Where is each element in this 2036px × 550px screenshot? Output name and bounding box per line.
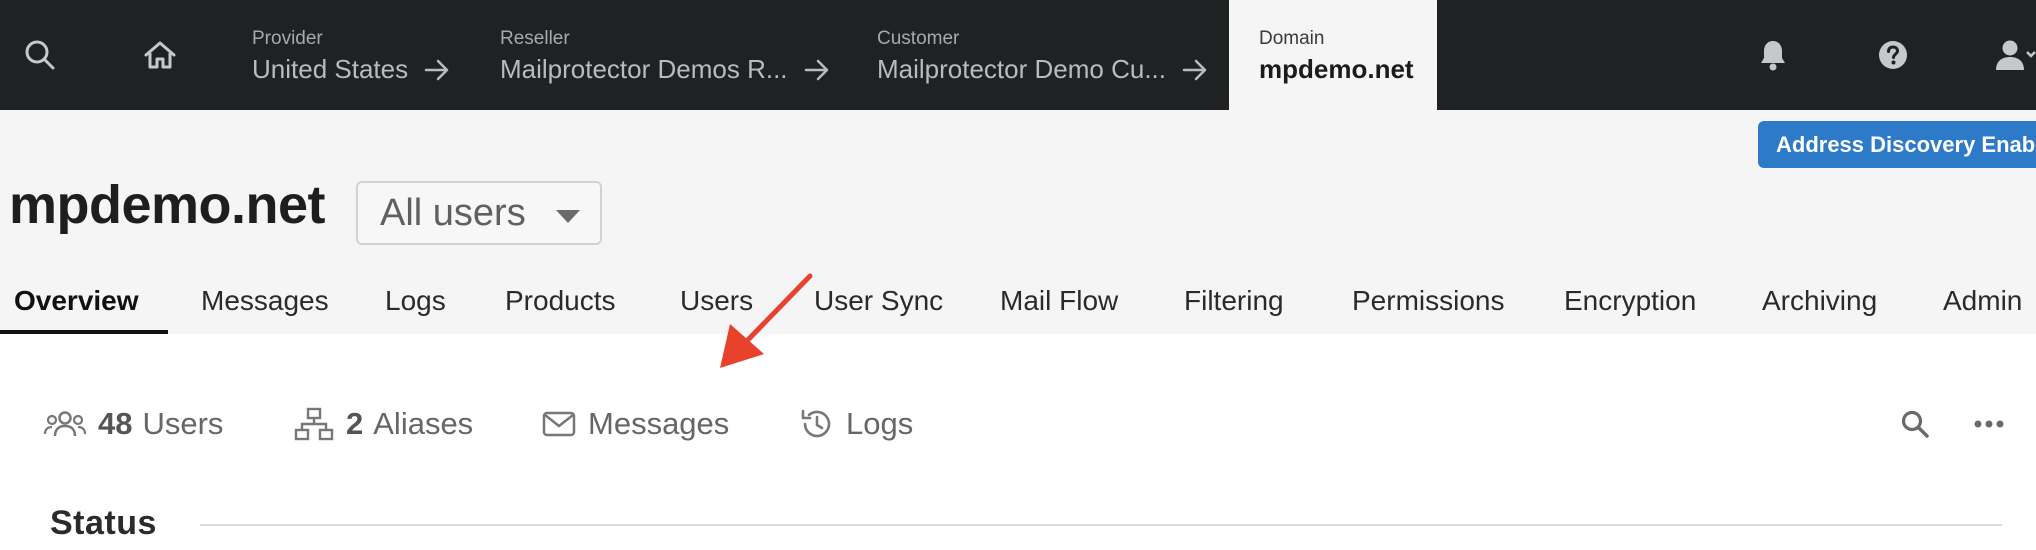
aliases-count: 2 [346, 406, 364, 441]
users-count: 48 [98, 406, 133, 441]
tab-overview[interactable]: Overview [14, 270, 139, 334]
tab-encryption[interactable]: Encryption [1564, 270, 1696, 334]
users-icon [44, 409, 86, 439]
tab-logs[interactable]: Logs [385, 270, 446, 334]
top-navigation-bar: Provider United States Reseller Mailprot… [0, 0, 2036, 110]
tab-messages[interactable]: Messages [201, 270, 329, 334]
users-label: Users [142, 406, 224, 441]
users-stat[interactable]: 48 Users [44, 404, 223, 444]
status-heading: Status [50, 504, 157, 542]
arrow-right-icon [804, 59, 830, 81]
bell-icon[interactable] [1756, 0, 1790, 110]
aliases-stat[interactable]: 2 Aliases [294, 404, 473, 444]
tab-products[interactable]: Products [505, 270, 616, 334]
logs-label: Logs [846, 406, 914, 441]
tab-permissions[interactable]: Permissions [1352, 270, 1504, 334]
tab-archiving[interactable]: Archiving [1762, 270, 1877, 334]
search-icon[interactable] [18, 0, 62, 110]
select-value: All users [380, 191, 526, 234]
home-icon[interactable] [140, 0, 180, 110]
breadcrumb-label: Customer [877, 28, 960, 49]
page-title: mpdemo.net [9, 175, 326, 235]
section-divider [200, 524, 2002, 526]
aliases-label: Aliases [373, 406, 474, 441]
active-tab-indicator [0, 330, 168, 334]
help-icon[interactable] [1876, 0, 1910, 110]
arrow-right-icon [424, 59, 450, 81]
more-options-icon[interactable] [1974, 404, 2004, 444]
breadcrumb-reseller[interactable]: Reseller Mailprotector Demos R... [500, 0, 830, 110]
domain-header: Address Discovery Enabled mpdemo.net All… [0, 110, 2036, 368]
annotation-arrow-icon [720, 273, 813, 368]
breadcrumb-label: Reseller [500, 28, 570, 49]
breadcrumb-value: mpdemo.net [1259, 54, 1414, 84]
domain-tabs: Overview Messages Logs Products Users Us… [0, 270, 2036, 334]
breadcrumb-domain[interactable]: Domain mpdemo.net [1229, 0, 1437, 110]
arrow-right-icon [1182, 59, 1208, 81]
breadcrumb-label: Domain [1259, 28, 1325, 49]
breadcrumb-provider[interactable]: Provider United States [252, 0, 450, 110]
breadcrumb-value: United States [252, 54, 409, 84]
sitemap-icon [294, 407, 334, 441]
messages-stat[interactable]: Messages [542, 404, 729, 444]
address-discovery-button[interactable]: Address Discovery Enabled [1758, 121, 2036, 168]
caret-down-icon [556, 210, 580, 223]
breadcrumb-value: Mailprotector Demo Cu... [877, 54, 1166, 84]
breadcrumb-value: Mailprotector Demos R... [500, 54, 788, 84]
breadcrumb-customer[interactable]: Customer Mailprotector Demo Cu... [877, 0, 1208, 110]
logs-stat[interactable]: Logs [800, 404, 913, 444]
tab-mail-flow[interactable]: Mail Flow [1000, 270, 1118, 334]
tab-filtering[interactable]: Filtering [1184, 270, 1284, 334]
user-icon[interactable] [1994, 0, 2036, 110]
search-icon[interactable] [1900, 404, 1930, 444]
tab-user-sync[interactable]: User Sync [814, 270, 943, 334]
messages-label: Messages [588, 406, 730, 441]
envelope-icon [542, 411, 576, 437]
breadcrumb-label: Provider [252, 28, 323, 49]
tab-admin[interactable]: Admin [1943, 270, 2022, 334]
user-scope-select[interactable]: All users [356, 181, 602, 245]
history-icon [800, 407, 834, 441]
